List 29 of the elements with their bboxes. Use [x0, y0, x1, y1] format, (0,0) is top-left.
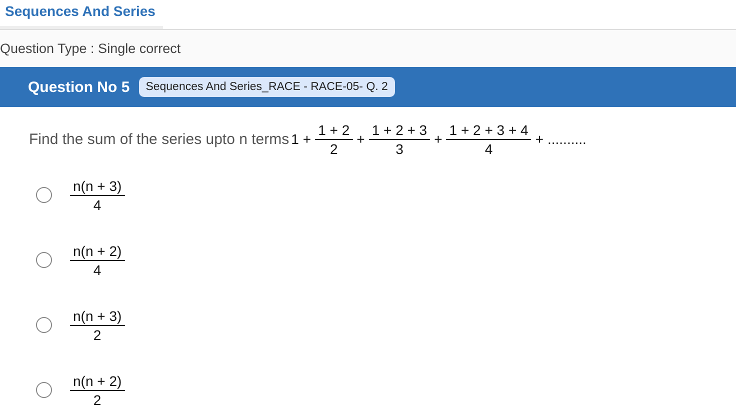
- fraction-numerator: 1 + 2 + 3: [368, 122, 430, 140]
- fraction-denominator: 4: [484, 140, 493, 156]
- fraction-denominator: 2: [93, 390, 102, 408]
- math-term: 1: [291, 131, 299, 147]
- fraction-denominator: 2: [330, 140, 338, 156]
- fraction-numerator: n(n + 2): [70, 372, 125, 390]
- fraction-numerator: 1 + 2: [315, 122, 353, 140]
- fraction-denominator: 4: [93, 260, 102, 278]
- question-source-tag: Sequences And Series_RACE - RACE-05- Q. 2: [138, 77, 395, 97]
- radio-button[interactable]: [36, 382, 52, 398]
- math-term: ..........: [548, 131, 586, 147]
- fraction-denominator: 4: [93, 196, 102, 212]
- question-text: Find the sum of the series upto n terms: [29, 130, 290, 148]
- question-number: Question No 5: [28, 78, 130, 96]
- math-operator: +: [302, 131, 312, 147]
- radio-button[interactable]: [36, 252, 52, 268]
- radio-button[interactable]: [36, 187, 52, 203]
- fraction-numerator: n(n + 2): [70, 242, 125, 260]
- fraction-denominator: 2: [93, 326, 102, 342]
- fraction-numerator: n(n + 3): [70, 178, 125, 196]
- fraction-numerator: 1 + 2 + 3 + 4: [446, 122, 532, 140]
- fraction-numerator: n(n + 3): [70, 308, 125, 326]
- math-operator: +: [434, 131, 442, 147]
- math-operator: +: [356, 131, 365, 147]
- subject-tab[interactable]: Sequences And Series: [0, 3, 163, 29]
- radio-button[interactable]: [36, 317, 52, 333]
- fraction-denominator: 3: [396, 140, 404, 156]
- question-type-text: Question Type : Single correct: [0, 41, 181, 56]
- math-operator: +: [535, 131, 544, 147]
